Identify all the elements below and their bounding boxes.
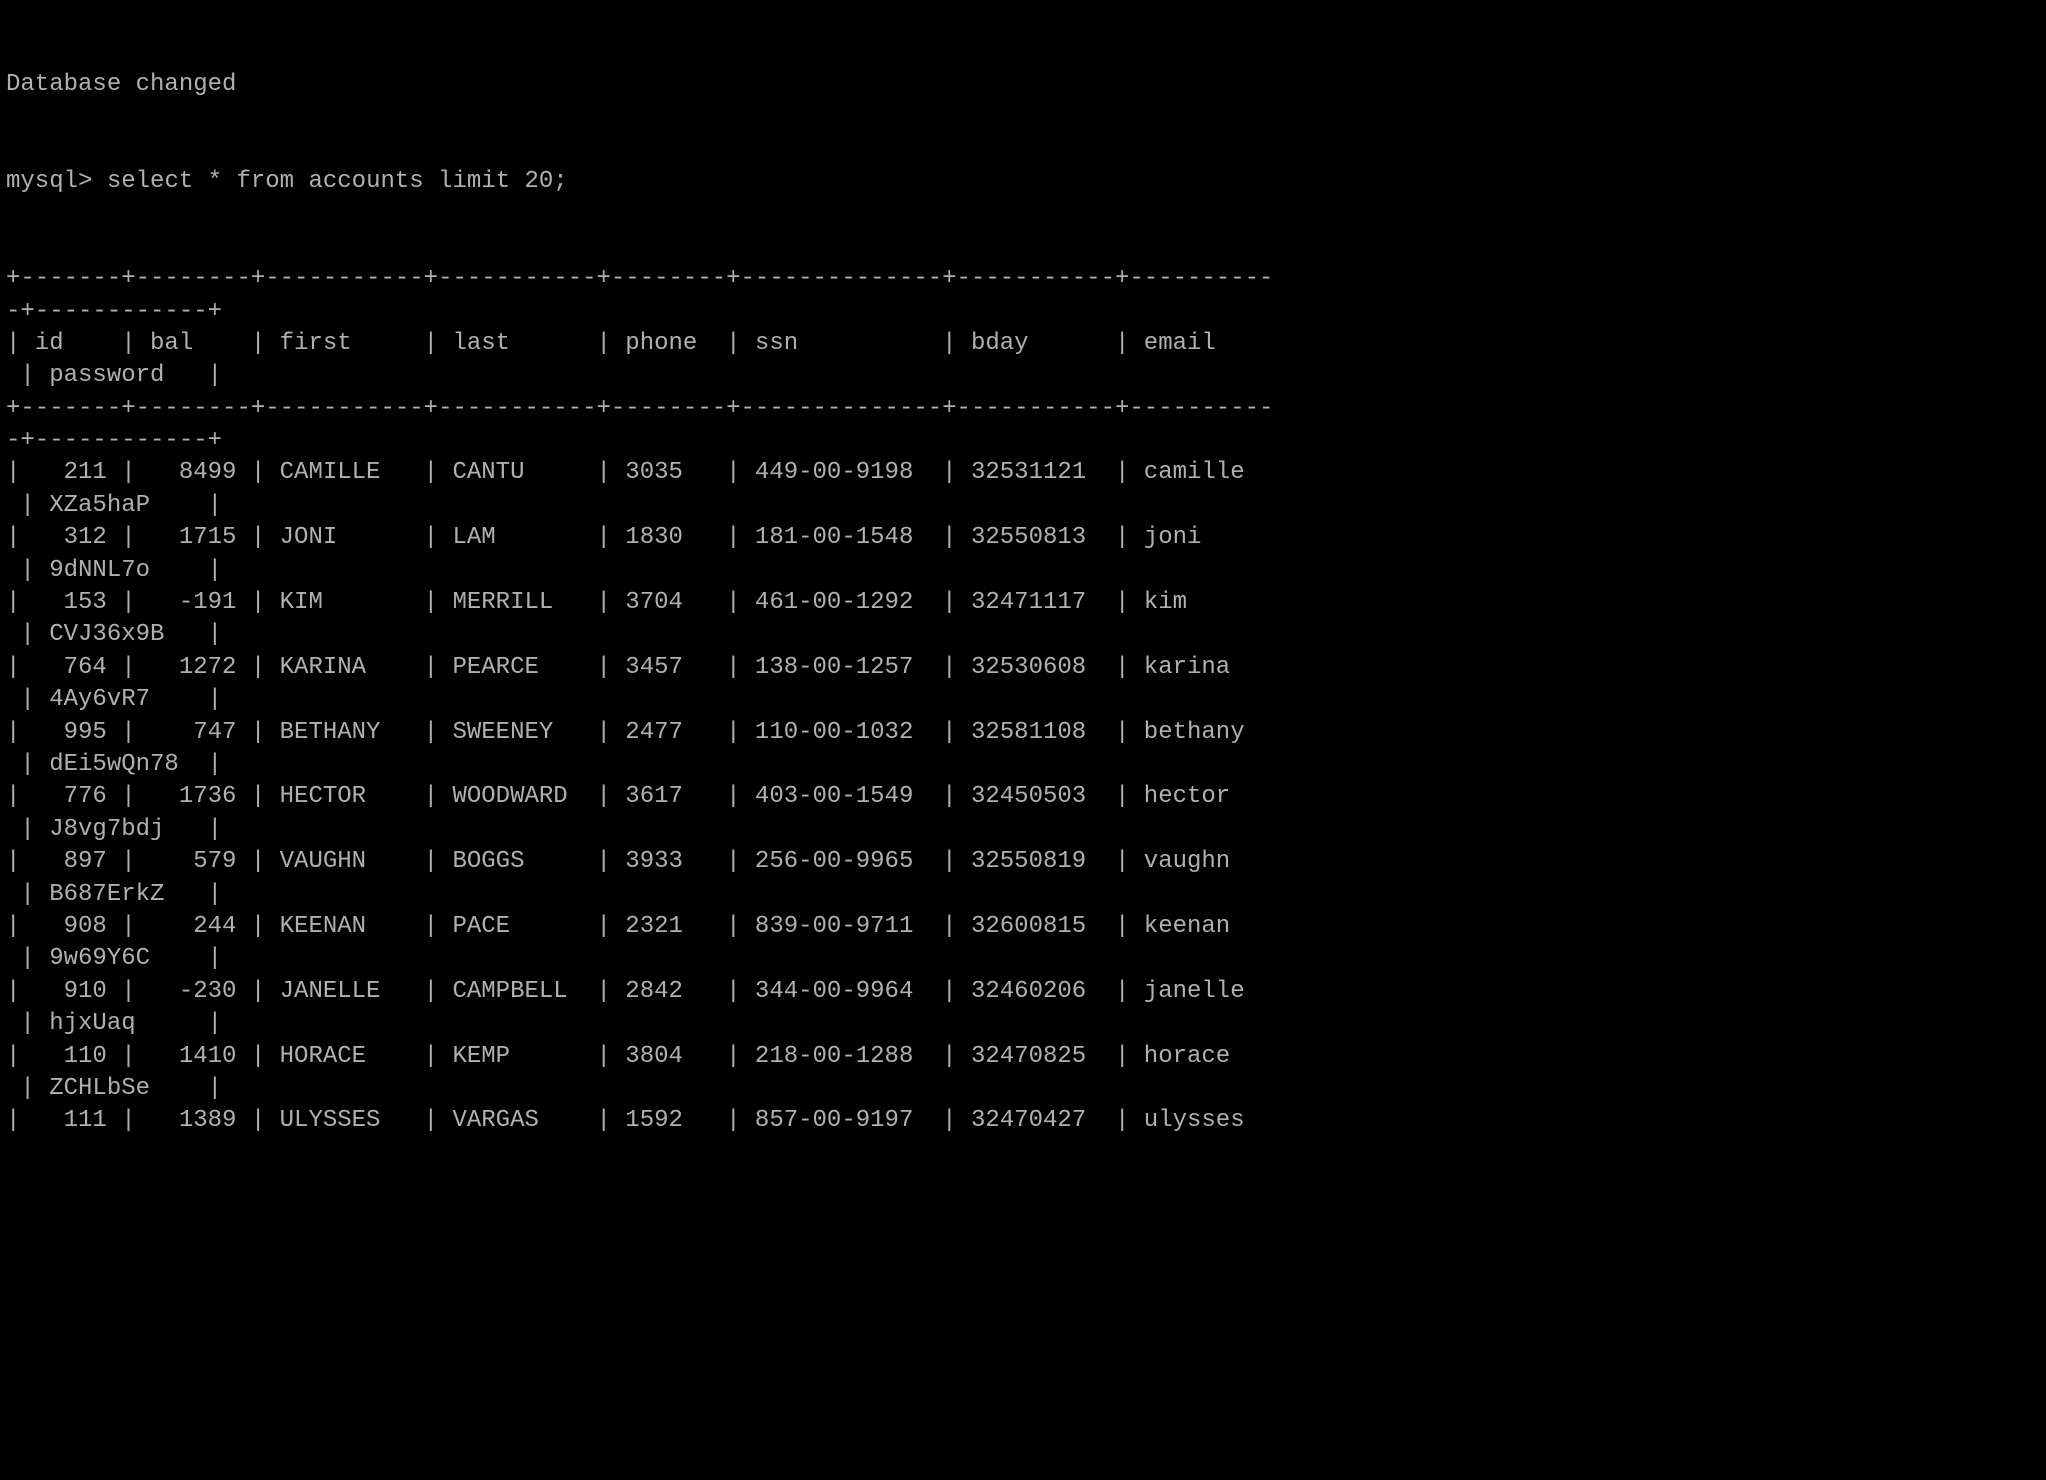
table-row: | 4Ay6vR7 | <box>6 684 2046 716</box>
table-row: | 897 | 579 | VAUGHN | BOGGS | 3933 | 25… <box>6 846 2046 878</box>
table-row: +-------+--------+-----------+----------… <box>6 393 2046 425</box>
query-text: select * from accounts limit 20; <box>107 168 568 195</box>
table-row: | J8vg7bdj | <box>6 814 2046 846</box>
table-row: | 910 | -230 | JANELLE | CAMPBELL | 2842… <box>6 976 2046 1008</box>
table-row: | password | <box>6 360 2046 392</box>
table-row: | hjxUaq | <box>6 1008 2046 1040</box>
table-row: | 995 | 747 | BETHANY | SWEENEY | 2477 |… <box>6 717 2046 749</box>
table-row: | CVJ36x9B | <box>6 619 2046 651</box>
table-row: -+------------+ <box>6 425 2046 457</box>
table-row: | 9dNNL7o | <box>6 555 2046 587</box>
status-line: Database changed <box>6 69 2046 101</box>
table-row: | 764 | 1272 | KARINA | PEARCE | 3457 | … <box>6 652 2046 684</box>
table-row: | 908 | 244 | KEENAN | PACE | 2321 | 839… <box>6 911 2046 943</box>
table-row: | XZa5haP | <box>6 490 2046 522</box>
prompt-line: mysql> select * from accounts limit 20; <box>6 166 2046 198</box>
terminal-output[interactable]: Database changed mysql> select * from ac… <box>0 0 2046 1174</box>
table-row: -+------------+ <box>6 296 2046 328</box>
table-row: | 110 | 1410 | HORACE | KEMP | 3804 | 21… <box>6 1041 2046 1073</box>
table-row: | 153 | -191 | KIM | MERRILL | 3704 | 46… <box>6 587 2046 619</box>
table-row: | 111 | 1389 | ULYSSES | VARGAS | 1592 |… <box>6 1105 2046 1137</box>
table-row: | 312 | 1715 | JONI | LAM | 1830 | 181-0… <box>6 522 2046 554</box>
table-row: | ZCHLbSe | <box>6 1073 2046 1105</box>
table-row: | 9w69Y6C | <box>6 943 2046 975</box>
table-row: | B687ErkZ | <box>6 879 2046 911</box>
table-row: | 211 | 8499 | CAMILLE | CANTU | 3035 | … <box>6 457 2046 489</box>
table-row: | dEi5wQn78 | <box>6 749 2046 781</box>
table-row: | 776 | 1736 | HECTOR | WOODWARD | 3617 … <box>6 781 2046 813</box>
table-row: | id | bal | first | last | phone | ssn … <box>6 328 2046 360</box>
mysql-prompt: mysql> <box>6 168 92 195</box>
table-row: +-------+--------+-----------+----------… <box>6 263 2046 295</box>
